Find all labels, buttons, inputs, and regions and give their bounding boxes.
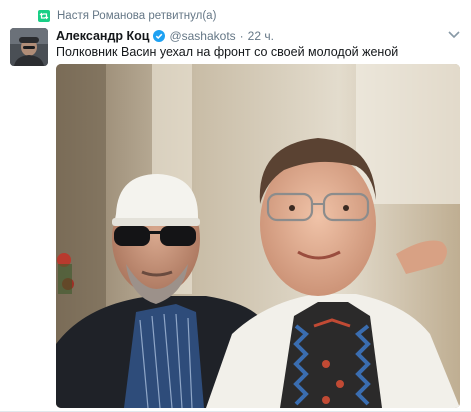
retweet-label[interactable]: Настя Романова ретвитнул(а)	[57, 10, 216, 22]
author-handle[interactable]: @sashakots	[169, 29, 235, 43]
tweet-card[interactable]: Настя Романова ретвитнул(а) Александр Ко…	[0, 0, 471, 412]
author-name[interactable]: Александр Коц	[56, 29, 149, 43]
retweet-context[interactable]: Настя Романова ретвитнул(а)	[38, 8, 216, 24]
tweet-header: Александр Коц @sashakots · 22 ч.	[56, 27, 441, 44]
avatar[interactable]	[10, 28, 48, 66]
tweet-timestamp[interactable]: 22 ч.	[248, 29, 274, 43]
tweet-photo[interactable]	[56, 64, 460, 408]
tweet-text: Полковник Васин уехал на фронт со своей …	[56, 45, 399, 59]
chevron-down-icon[interactable]	[447, 28, 461, 40]
separator-dot: ·	[239, 28, 244, 43]
verified-badge-icon	[153, 29, 166, 42]
retweet-icon	[38, 10, 50, 22]
